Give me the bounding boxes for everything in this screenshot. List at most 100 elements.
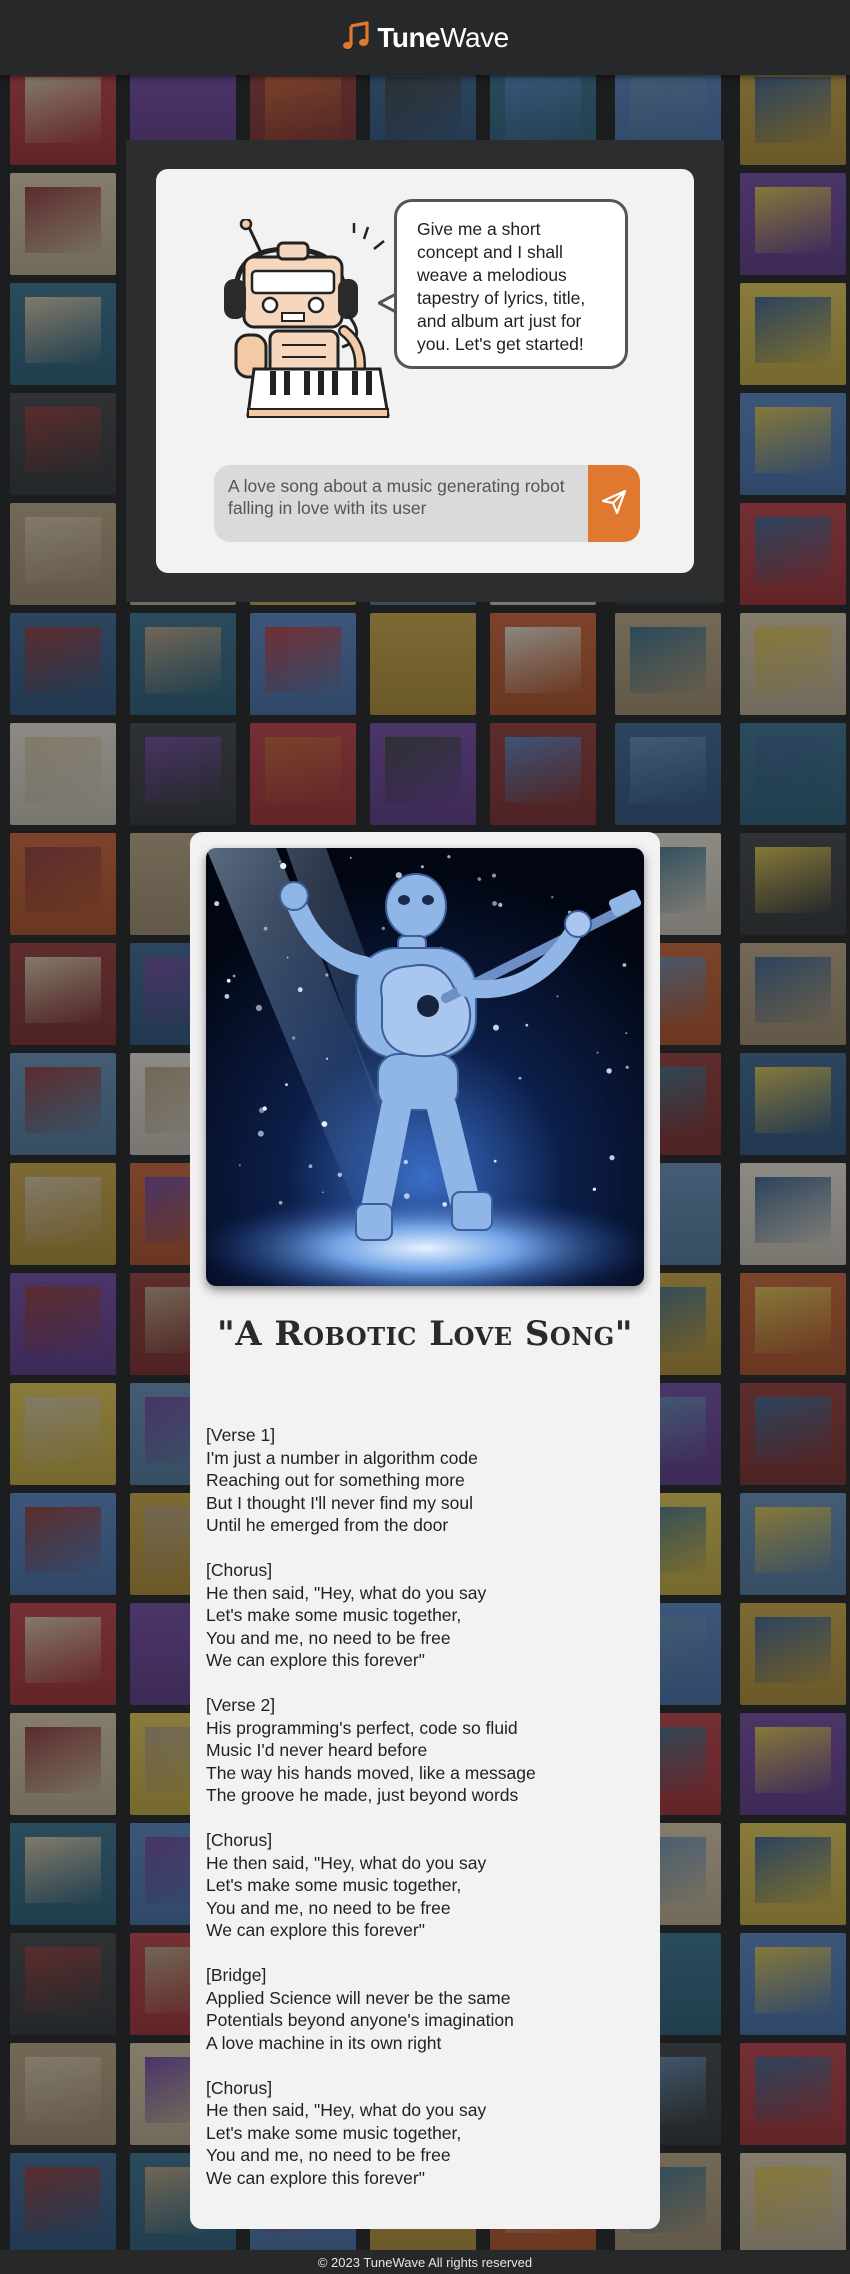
site-header: TuneWave (0, 0, 850, 75)
lyric-line: Let's make some music together, (206, 1605, 462, 1625)
song-lyrics: [Verse 1] I'm just a number in algorithm … (206, 1424, 646, 2212)
lyric-line: The way his hands moved, like a message (206, 1762, 536, 1783)
album-thumbnail (250, 613, 356, 715)
stanza-heading: [Chorus] (206, 1830, 273, 1850)
album-thumbnail (740, 1383, 846, 1485)
album-thumbnail (10, 943, 116, 1045)
stanza-heading: [Chorus] (206, 1560, 273, 1580)
lyric-stanza: [Verse 2] His programming's perfect, code… (206, 1694, 646, 1807)
song-title: "A Robotic Love Song" (216, 1314, 633, 1354)
stanza-heading: [Verse 2] (206, 1695, 276, 1715)
album-thumbnail (615, 613, 721, 715)
lyric-line: He then said, "Hey, what do you say (206, 2100, 487, 2120)
album-thumbnail (740, 2153, 846, 2250)
brand-name-wave: Wave (440, 21, 509, 53)
stanza-heading: [Chorus] (206, 2077, 273, 2098)
album-thumbnail (370, 723, 476, 825)
album-thumbnail (10, 503, 116, 605)
brand-logo[interactable]: TuneWave (341, 20, 509, 55)
album-thumbnail (10, 1713, 116, 1815)
album-thumbnail (130, 723, 236, 825)
album-thumbnail (740, 833, 846, 935)
lyric-line: His programming's perfect, code so fluid (206, 1717, 518, 1738)
album-thumbnail (740, 613, 846, 715)
concept-prompt-input[interactable]: A love song about a music generating rob… (214, 465, 584, 542)
music-note-icon (341, 20, 371, 55)
site-footer: © 2023 TuneWave All rights reserved (0, 2250, 850, 2274)
generator-card: Give me a short concept and I shall weav… (156, 169, 694, 573)
lyric-line: But I thought I'll never find my soul (206, 1492, 473, 1513)
album-thumbnail (10, 393, 116, 495)
lyric-line: Reaching out for something more (206, 1470, 465, 1490)
album-thumbnail (740, 1713, 846, 1815)
album-thumbnail (740, 173, 846, 275)
lyric-line: A love machine in its own right (206, 2032, 442, 2053)
lyric-line: We can explore this forever" (206, 1920, 425, 1940)
lyric-line: We can explore this forever" (206, 1650, 425, 1670)
album-thumbnail (10, 833, 116, 935)
album-thumbnail (740, 75, 846, 165)
send-button[interactable] (588, 465, 640, 542)
album-thumbnail (10, 1383, 116, 1485)
album-thumbnail (740, 1823, 846, 1925)
album-thumbnail (10, 1823, 116, 1925)
album-thumbnail (740, 283, 846, 385)
album-thumbnail (10, 1273, 116, 1375)
prompt-bar: A love song about a music generating rob… (214, 465, 640, 542)
lyric-line: Let's make some music together, (206, 1875, 462, 1895)
album-thumbnail (250, 723, 356, 825)
album-thumbnail (740, 1163, 846, 1265)
album-thumbnail (10, 75, 116, 165)
album-thumbnail (490, 613, 596, 715)
lyric-line: I'm just a number in algorithm code (206, 1447, 478, 1468)
album-thumbnail (740, 943, 846, 1045)
stanza-heading: [Bridge] (206, 1965, 267, 1985)
lyric-line: You and me, no need to be free (206, 1897, 451, 1918)
stanza-heading: [Verse 1] (206, 1425, 276, 1445)
robot-musician-illustration (218, 217, 408, 419)
lyric-stanza: [Chorus] He then said, "Hey, what do you … (206, 1559, 646, 1672)
album-thumbnail (10, 173, 116, 275)
lyric-line: He then said, "Hey, what do you say (206, 1582, 487, 1603)
album-thumbnail (10, 613, 116, 715)
lyric-line: He then said, "Hey, what do you say (206, 1852, 487, 1873)
lyric-stanza: [Chorus] He then said, "Hey, what do you … (206, 1829, 646, 1942)
album-thumbnail (10, 2043, 116, 2145)
lyric-line: Let's make some music together, (206, 2122, 462, 2143)
album-thumbnail (370, 613, 476, 715)
lyric-line: Until he emerged from the door (206, 1515, 449, 1535)
album-thumbnail (740, 1933, 846, 2035)
album-thumbnail (740, 2043, 846, 2145)
brand-name: TuneWave (377, 21, 509, 54)
album-thumbnail (130, 613, 236, 715)
lyric-line: You and me, no need to be free (206, 1627, 451, 1648)
album-thumbnail (740, 1603, 846, 1705)
lyric-line: Potentials beyond anyone's imagination (206, 2010, 514, 2030)
album-thumbnail (490, 723, 596, 825)
lyric-line: You and me, no need to be free (206, 2145, 451, 2165)
brand-name-tune: Tune (377, 21, 441, 53)
album-thumbnail (740, 503, 846, 605)
album-thumbnail (10, 723, 116, 825)
lyric-stanza: [Chorus] He then said, "Hey, what do you … (206, 2077, 646, 2190)
album-cover-art (206, 848, 644, 1286)
album-thumbnail (10, 1493, 116, 1595)
album-thumbnail (740, 1053, 846, 1155)
send-icon (600, 488, 628, 520)
copyright-text: © 2023 TuneWave All rights reserved (317, 2254, 533, 2270)
album-thumbnail (740, 393, 846, 495)
album-thumbnail (10, 1053, 116, 1155)
lyric-line: The groove he made, just beyond words (206, 1785, 519, 1805)
album-thumbnail (10, 283, 116, 385)
album-thumbnail (740, 1273, 846, 1375)
lyric-line: Music I'd never heard before (206, 1740, 428, 1760)
lyric-stanza: [Verse 1] I'm just a number in algorithm … (206, 1424, 646, 1537)
album-thumbnail (740, 723, 846, 825)
song-result-card: "A Robotic Love Song" [Verse 1] I'm just … (190, 832, 660, 2229)
album-thumbnail (10, 1933, 116, 2035)
album-thumbnail (10, 1603, 116, 1705)
album-thumbnail (615, 723, 721, 825)
lyric-stanza: [Bridge] Applied Science will never be th… (206, 1964, 646, 2054)
album-thumbnail (10, 1163, 116, 1265)
album-thumbnail (740, 1493, 846, 1595)
